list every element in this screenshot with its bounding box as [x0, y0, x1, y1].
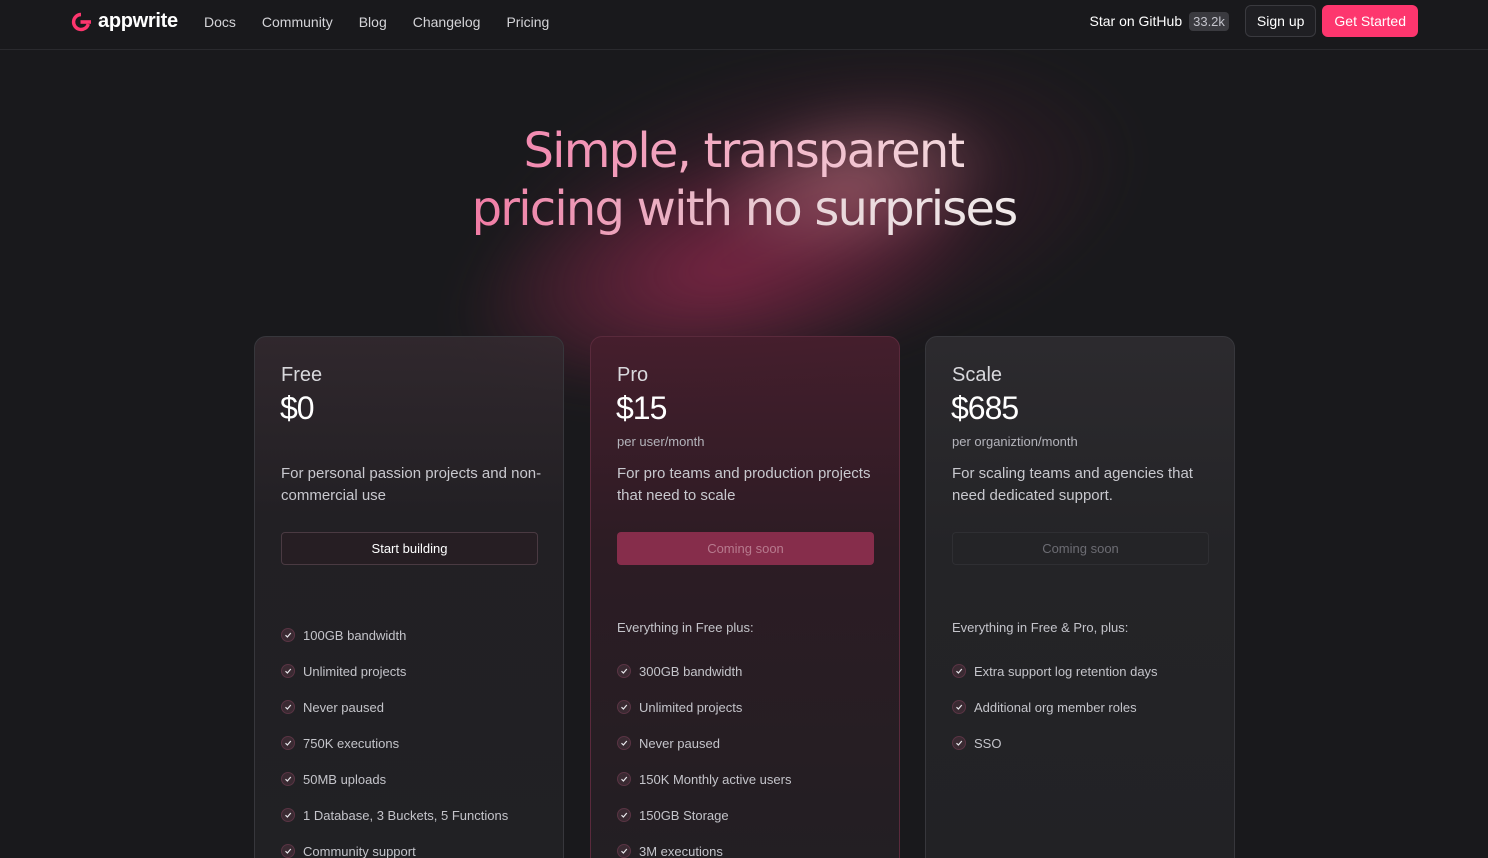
coming-soon-button[interactable]: Coming soon: [952, 532, 1209, 565]
check-icon: [617, 700, 631, 714]
github-star-link[interactable]: Star on GitHub 33.2k: [1089, 11, 1229, 31]
plan-price: $15: [616, 390, 667, 426]
feature-item: 150K Monthly active users: [617, 761, 879, 797]
github-star-label: Star on GitHub: [1089, 13, 1183, 29]
sign-up-button[interactable]: Sign up: [1244, 5, 1317, 37]
check-icon: [617, 736, 631, 750]
nav-link-pricing[interactable]: Pricing: [506, 14, 549, 30]
plan-name: Pro: [617, 364, 649, 386]
check-icon: [281, 664, 295, 678]
feature-list: 100GB bandwidth Unlimited projects Never…: [281, 617, 543, 858]
check-icon: [617, 772, 631, 786]
feature-item: 300GB bandwidth: [617, 653, 879, 689]
plan-description: For scaling teams and agencies that need…: [952, 465, 1193, 504]
nav-link-changelog[interactable]: Changelog: [413, 14, 481, 30]
check-icon: [952, 664, 966, 678]
feature-item: 750K executions: [281, 725, 543, 761]
plan-price: $0: [280, 390, 315, 426]
features-heading: Everything in Free & Pro, plus:: [952, 620, 1129, 635]
check-icon: [281, 736, 295, 750]
logo-wordmark: appwrite: [98, 10, 178, 32]
appwrite-logo-icon: [71, 12, 92, 32]
check-icon: [617, 808, 631, 822]
plan-card-pro: Pro $15 per user/month For pro teams and…: [590, 336, 900, 858]
check-icon: [281, 700, 295, 714]
feature-item: Extra support log retention days: [952, 653, 1214, 689]
check-icon: [281, 808, 295, 822]
plan-card-scale: Scale $685 per organiztion/month For sca…: [925, 336, 1235, 858]
feature-item: Never paused: [281, 689, 543, 725]
feature-item: Community support: [281, 833, 543, 858]
coming-soon-button[interactable]: Coming soon: [617, 532, 874, 565]
hero-heading: Simple, transparent pricing with no surp…: [0, 122, 1488, 238]
features-heading: Everything in Free plus:: [617, 620, 754, 635]
plan-name: Scale: [952, 364, 1003, 386]
hero-line-2: pricing with no surprises: [471, 181, 1019, 237]
feature-item: Unlimited projects: [281, 653, 543, 689]
nav-actions: Star on GitHub 33.2k Sign up Get Started: [1089, 5, 1418, 37]
plan-description: For pro teams and production projects th…: [617, 465, 871, 504]
feature-item: 3M executions: [617, 833, 879, 858]
nav-links: Docs Community Blog Changelog Pricing: [204, 14, 575, 30]
appwrite-logo[interactable]: appwrite: [71, 10, 178, 33]
check-icon: [281, 844, 295, 858]
feature-item: Never paused: [617, 725, 879, 761]
check-icon: [952, 700, 966, 714]
feature-item: Unlimited projects: [617, 689, 879, 725]
plan-unit: per organiztion/month: [952, 434, 1078, 449]
top-navigation: appwrite Docs Community Blog Changelog P…: [0, 0, 1488, 50]
feature-item: 100GB bandwidth: [281, 617, 543, 653]
plan-unit: per user/month: [617, 434, 705, 449]
nav-link-blog[interactable]: Blog: [359, 14, 387, 30]
plan-name: Free: [281, 364, 323, 386]
feature-item: SSO: [952, 725, 1214, 761]
plan-description: For personal passion projects and non-co…: [281, 465, 542, 504]
check-icon: [617, 844, 631, 858]
feature-item: 150GB Storage: [617, 797, 879, 833]
hero-line-1: Simple, transparent: [523, 123, 967, 179]
check-icon: [617, 664, 631, 678]
plan-card-free: Free $0 For personal passion projects an…: [254, 336, 564, 858]
feature-item: 50MB uploads: [281, 761, 543, 797]
check-icon: [952, 736, 966, 750]
pricing-page: appwrite Docs Community Blog Changelog P…: [0, 0, 1488, 858]
feature-item: 1 Database, 3 Buckets, 5 Functions: [281, 797, 543, 833]
get-started-button[interactable]: Get Started: [1322, 5, 1418, 37]
check-icon: [281, 772, 295, 786]
github-star-count: 33.2k: [1189, 11, 1229, 31]
feature-item: Additional org member roles: [952, 689, 1214, 725]
check-icon: [281, 628, 295, 642]
start-building-button[interactable]: Start building: [281, 532, 538, 565]
feature-list: Everything in Free & Pro, plus: Extra su…: [952, 617, 1214, 761]
plan-price: $685: [951, 390, 1019, 426]
feature-list: Everything in Free plus: 300GB bandwidth…: [617, 617, 879, 858]
nav-link-docs[interactable]: Docs: [204, 14, 236, 30]
nav-link-community[interactable]: Community: [262, 14, 333, 30]
